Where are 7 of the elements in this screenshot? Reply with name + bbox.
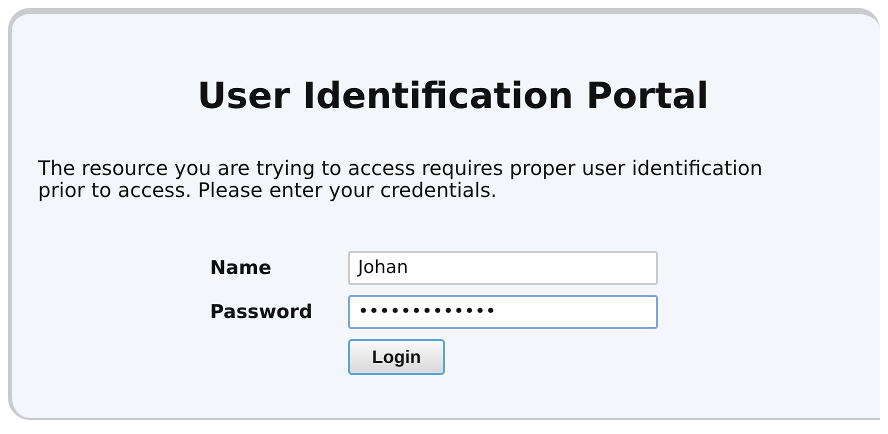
login-button[interactable]: Login xyxy=(348,339,445,375)
instructions-text: The resource you are trying to access requires proper user identification prior to access. Please enter your credentials. xyxy=(38,157,764,201)
portal-title: User Identification Portal xyxy=(196,76,710,117)
field-label: Name xyxy=(210,257,272,279)
field-label: Password xyxy=(210,301,314,323)
input-field[interactable]: ••••••••••••• xyxy=(348,295,658,329)
input-field[interactable]: Johan xyxy=(348,251,658,285)
